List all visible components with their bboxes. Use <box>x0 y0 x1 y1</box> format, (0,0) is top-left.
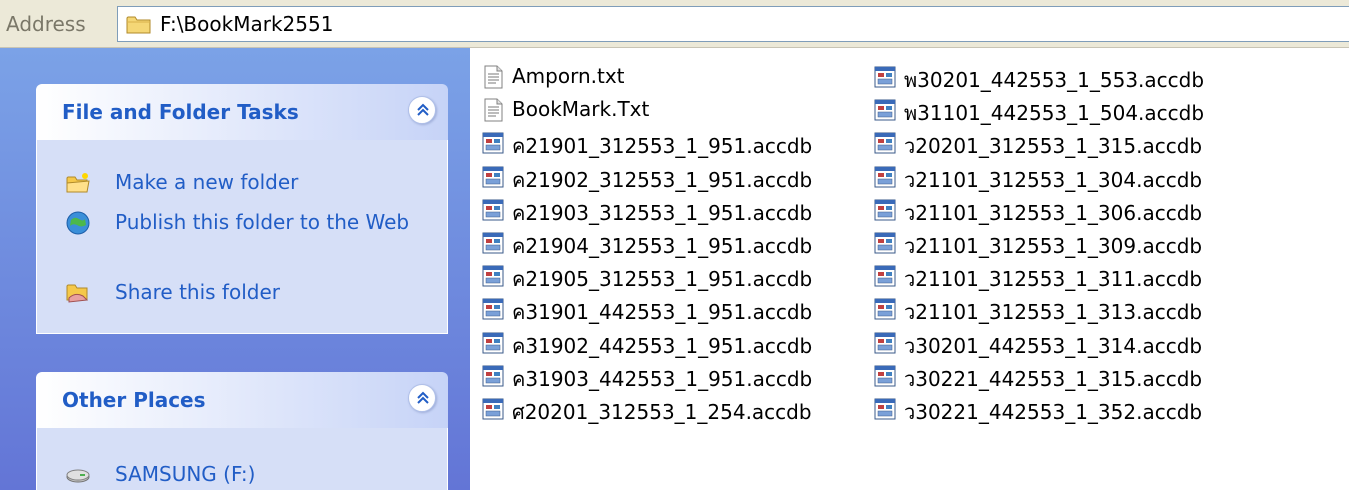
chevron-up-icon <box>417 391 429 404</box>
file-name: ค21904_312553_1_951.accdb <box>512 234 813 258</box>
access-db-icon <box>874 131 896 155</box>
file-folder-tasks-body: Make a new folder Publish this folder to… <box>36 140 448 334</box>
publish-web-icon <box>65 210 91 236</box>
access-db-icon <box>874 231 896 255</box>
file-name: ค31901_442553_1_951.accdb <box>512 300 813 325</box>
access-db-icon <box>482 397 504 421</box>
access-db-icon <box>874 397 896 421</box>
file-folder-tasks-panel: File and Folder Tasks Make a new folder … <box>36 84 448 334</box>
address-bar: Address F:\BookMark2551 <box>0 0 1349 48</box>
text-file-icon <box>482 98 504 122</box>
file-name: พ30201_442553_1_553.accdb <box>904 68 1205 92</box>
file-name: ค21901_312553_1_951.accdb <box>512 134 813 159</box>
file-name: ว21101_312553_1_313.accdb <box>904 300 1203 325</box>
file-name: Amporn.txt <box>512 64 625 88</box>
share-folder-icon <box>65 280 91 306</box>
folder-icon <box>126 13 152 35</box>
access-db-icon <box>874 65 896 89</box>
file-name: ว21101_312553_1_311.accdb <box>904 267 1203 292</box>
new-folder-icon <box>65 170 91 196</box>
address-label: Address <box>6 12 86 36</box>
file-name: ว21101_312553_1_306.accdb <box>904 200 1203 225</box>
chevron-up-icon <box>417 103 429 116</box>
other-places-body: SAMSUNG (F:) <box>36 428 448 490</box>
access-db-icon <box>482 165 504 189</box>
file-list: Amporn.txt BookMark.Txt ค21901_312553_1_95… <box>470 48 1349 490</box>
file-name: ค31902_442553_1_951.accdb <box>512 333 813 358</box>
text-file-icon <box>482 65 504 89</box>
access-db-icon <box>874 364 896 388</box>
file-name: ว20201_312553_1_315.accdb <box>904 134 1203 159</box>
file-folder-tasks-header[interactable]: File and Folder Tasks <box>36 84 448 140</box>
address-input[interactable]: F:\BookMark2551 <box>117 6 1349 42</box>
access-db-icon <box>482 231 504 255</box>
task-label: Make a new folder <box>115 170 299 194</box>
access-db-icon <box>874 165 896 189</box>
file-name: ศ20201_312553_1_254.accdb <box>512 400 812 424</box>
file-name: BookMark.Txt <box>512 97 650 122</box>
access-db-icon <box>874 297 896 321</box>
access-db-icon <box>874 98 896 122</box>
file-name: พ31101_442553_1_504.accdb <box>904 101 1205 126</box>
task-pane: File and Folder Tasks Make a new folder … <box>0 48 470 490</box>
access-db-icon <box>874 198 896 222</box>
access-db-icon <box>874 264 896 288</box>
file-name: ว30221_442553_1_352.accdb <box>904 400 1203 424</box>
access-db-icon <box>482 364 504 388</box>
task-label: Share this folder <box>115 280 280 304</box>
address-path: F:\BookMark2551 <box>160 12 334 36</box>
file-name: ว30221_442553_1_315.accdb <box>904 366 1203 391</box>
access-db-icon <box>874 331 896 355</box>
access-db-icon <box>482 198 504 222</box>
file-name: ว21101_312553_1_304.accdb <box>904 167 1203 192</box>
file-name: ค21902_312553_1_951.accdb <box>512 167 813 192</box>
collapse-button[interactable] <box>408 384 436 412</box>
other-places-panel: Other Places SAMSUNG (F:) <box>36 372 448 490</box>
access-db-icon <box>482 297 504 321</box>
access-db-icon <box>482 331 504 355</box>
panel-title: File and Folder Tasks <box>62 100 299 124</box>
file-name: ว30201_442553_1_314.accdb <box>904 333 1203 358</box>
panel-title: Other Places <box>62 388 206 412</box>
access-db-icon <box>482 264 504 288</box>
access-db-icon <box>482 131 504 155</box>
other-places-header[interactable]: Other Places <box>36 372 448 428</box>
task-label: SAMSUNG (F:) <box>115 462 256 486</box>
file-name: ค21905_312553_1_951.accdb <box>512 267 813 292</box>
collapse-button[interactable] <box>408 96 436 124</box>
file-name: ค21903_312553_1_951.accdb <box>512 200 813 225</box>
explorer-window: Address F:\BookMark2551 File and Folder … <box>0 0 1349 490</box>
drive-icon <box>65 462 91 488</box>
file-name: ค31903_442553_1_951.accdb <box>512 366 813 391</box>
file-name: ว21101_312553_1_309.accdb <box>904 234 1203 258</box>
task-label: Publish this folder to the Web <box>115 210 410 234</box>
